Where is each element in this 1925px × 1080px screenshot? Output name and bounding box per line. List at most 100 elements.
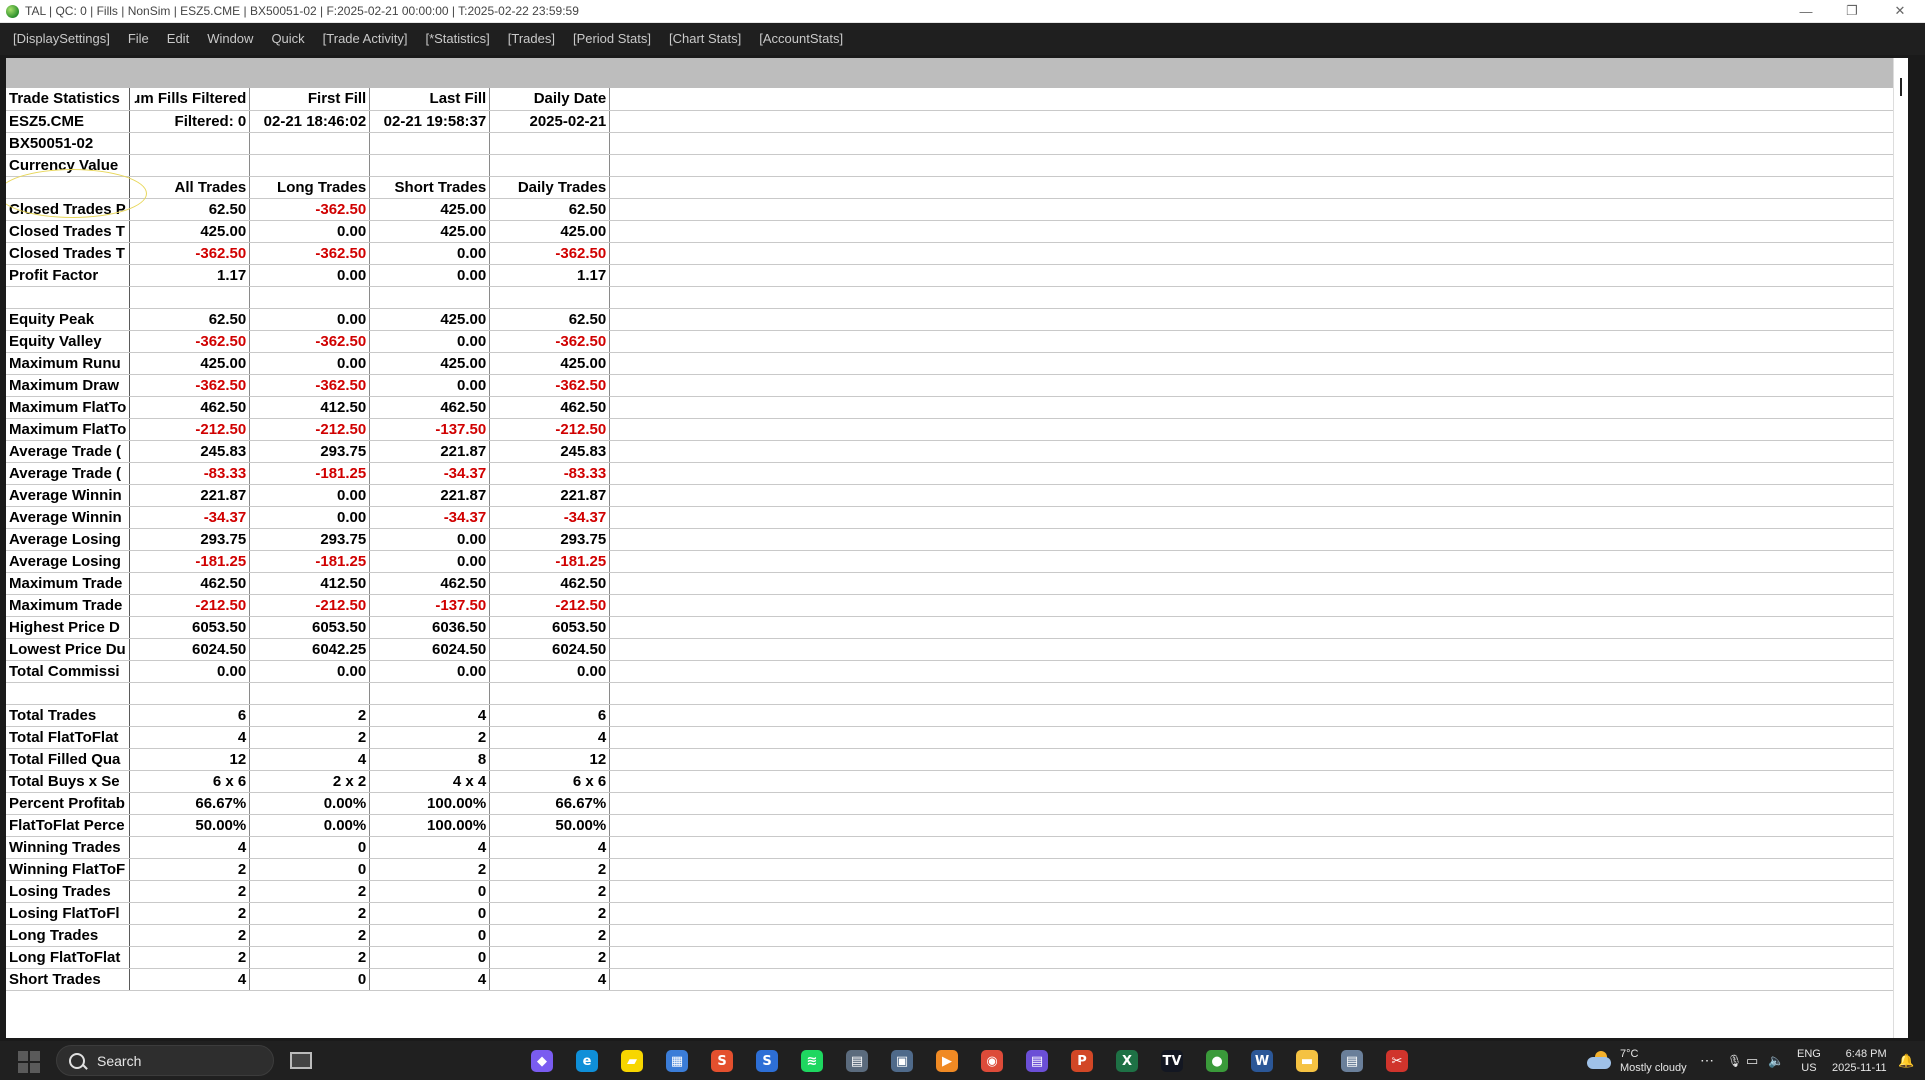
row-label[interactable]: Average Losing xyxy=(6,550,131,573)
table-cell[interactable] xyxy=(129,132,251,155)
row-label[interactable]: Losing FlatToFl xyxy=(6,902,131,925)
tradingview-icon[interactable]: TV xyxy=(1154,1048,1190,1074)
row-label[interactable]: Closed Trades T xyxy=(6,242,131,265)
row-label[interactable]: Percent Profitab xyxy=(6,792,131,815)
table-cell[interactable]: 50.00% xyxy=(129,814,251,837)
table-cell[interactable]: -181.25 xyxy=(249,462,371,485)
table-cell[interactable]: -181.25 xyxy=(129,550,251,573)
table-cell[interactable]: 0.00 xyxy=(249,506,371,529)
table-cell[interactable]: 4 xyxy=(369,968,491,991)
table-cell[interactable]: -212.50 xyxy=(489,594,611,617)
table-cell[interactable]: Short Trades xyxy=(369,176,491,199)
table-cell[interactable]: First Fill xyxy=(249,88,371,111)
table-cell[interactable]: 0 xyxy=(249,858,371,881)
table-cell[interactable]: 2 xyxy=(489,858,611,881)
table-cell[interactable]: 425.00 xyxy=(369,352,491,375)
table-cell[interactable]: -362.50 xyxy=(249,330,371,353)
table-cell[interactable] xyxy=(249,286,371,309)
table-cell[interactable]: 2 xyxy=(249,880,371,903)
table-cell[interactable]: 2 xyxy=(489,880,611,903)
table-cell[interactable]: 0 xyxy=(249,836,371,859)
table-cell[interactable]: 0.00 xyxy=(369,660,491,683)
table-cell[interactable]: 412.50 xyxy=(249,396,371,419)
table-cell[interactable]: 0.00 xyxy=(369,330,491,353)
table-cell[interactable]: 100.00% xyxy=(369,792,491,815)
row-label[interactable]: Average Trade ( xyxy=(6,440,131,463)
row-label[interactable] xyxy=(6,176,131,199)
table-cell[interactable]: 293.75 xyxy=(129,528,251,551)
table-cell[interactable]: 4 xyxy=(489,836,611,859)
table-cell[interactable]: 4 xyxy=(249,748,371,771)
table-cell[interactable]: 4 x 4 xyxy=(369,770,491,793)
table-cell[interactable]: 6053.50 xyxy=(249,616,371,639)
table-cell[interactable]: 221.87 xyxy=(489,484,611,507)
table-cell[interactable]: 4 xyxy=(369,704,491,727)
menu-item[interactable]: [Trades] xyxy=(499,23,564,55)
table-cell[interactable]: 462.50 xyxy=(369,396,491,419)
table-cell[interactable]: 4 xyxy=(129,726,251,749)
table-cell[interactable]: 6024.50 xyxy=(489,638,611,661)
app-s-red-icon[interactable]: S xyxy=(704,1048,740,1074)
table-cell[interactable]: 0 xyxy=(369,902,491,925)
table-cell[interactable]: 12 xyxy=(489,748,611,771)
table-cell[interactable]: -83.33 xyxy=(489,462,611,485)
file-explorer-icon[interactable]: ▬ xyxy=(1289,1048,1325,1074)
clock[interactable]: 6:48 PM 2025-11-11 xyxy=(1832,1041,1887,1080)
table-cell[interactable]: 2 xyxy=(369,726,491,749)
row-label[interactable]: Short Trades xyxy=(6,968,131,991)
spotify-icon[interactable]: ≋ xyxy=(794,1048,830,1074)
table-cell[interactable]: 2 xyxy=(249,704,371,727)
row-label[interactable]: Maximum Draw xyxy=(6,374,131,397)
table-cell[interactable]: 245.83 xyxy=(489,440,611,463)
row-label[interactable] xyxy=(6,682,131,705)
word-icon[interactable]: W xyxy=(1244,1048,1280,1074)
row-label[interactable]: Profit Factor xyxy=(6,264,131,287)
edge-icon[interactable]: e xyxy=(569,1048,605,1074)
table-cell[interactable]: Filtered: 0 xyxy=(129,110,251,133)
row-label[interactable]: Equity Peak xyxy=(6,308,131,331)
table-cell[interactable]: -34.37 xyxy=(369,506,491,529)
table-cell[interactable]: -212.50 xyxy=(249,418,371,441)
row-label[interactable]: Maximum FlatTo xyxy=(6,396,131,419)
app-s-blue-icon[interactable]: S xyxy=(749,1048,785,1074)
table-cell[interactable]: Daily Date xyxy=(489,88,611,111)
table-cell[interactable]: 2 xyxy=(129,924,251,947)
table-cell[interactable]: 0.00 xyxy=(369,242,491,265)
table-cell[interactable]: 0.00 xyxy=(369,550,491,573)
restore-icon[interactable]: ❐ xyxy=(1829,0,1875,22)
table-cell[interactable]: 2 x 2 xyxy=(249,770,371,793)
menu-item[interactable]: Quick xyxy=(262,23,313,55)
table-cell[interactable]: Last Fill xyxy=(369,88,491,111)
table-cell[interactable] xyxy=(369,286,491,309)
table-cell[interactable]: 4 xyxy=(129,836,251,859)
table-cell[interactable]: 2 xyxy=(129,946,251,969)
table-cell[interactable] xyxy=(369,682,491,705)
row-label[interactable]: Highest Price D xyxy=(6,616,131,639)
window-app-icon[interactable]: ▣ xyxy=(884,1048,920,1074)
table-cell[interactable]: -362.50 xyxy=(129,330,251,353)
table-cell[interactable]: -212.50 xyxy=(129,418,251,441)
table-cell[interactable]: 0.00 xyxy=(249,308,371,331)
table-cell[interactable]: -34.37 xyxy=(129,506,251,529)
table-cell[interactable]: 6 x 6 xyxy=(489,770,611,793)
table-cell[interactable]: 2025-02-21 xyxy=(489,110,611,133)
table-cell[interactable]: 0 xyxy=(369,924,491,947)
table-cell[interactable]: 425.00 xyxy=(129,352,251,375)
minimize-icon[interactable]: — xyxy=(1783,0,1829,22)
row-label[interactable] xyxy=(6,286,131,309)
table-cell[interactable]: 6 xyxy=(129,704,251,727)
table-cell[interactable]: 4 xyxy=(369,836,491,859)
table-cell[interactable]: -362.50 xyxy=(249,374,371,397)
table-cell[interactable]: ɹm Fills Filtered xyxy=(129,88,251,111)
table-cell[interactable]: -362.50 xyxy=(249,198,371,221)
row-label[interactable]: Average Losing xyxy=(6,528,131,551)
row-label[interactable]: Total FlatToFlat xyxy=(6,726,131,749)
table-cell[interactable]: 66.67% xyxy=(489,792,611,815)
table-cell[interactable]: 4 xyxy=(489,726,611,749)
row-label[interactable]: Total Trades xyxy=(6,704,131,727)
table-cell[interactable] xyxy=(489,132,611,155)
table-cell[interactable]: 221.87 xyxy=(369,484,491,507)
table-cell[interactable] xyxy=(489,286,611,309)
table-cell[interactable]: 0.00 xyxy=(249,352,371,375)
table-cell[interactable]: 62.50 xyxy=(489,198,611,221)
